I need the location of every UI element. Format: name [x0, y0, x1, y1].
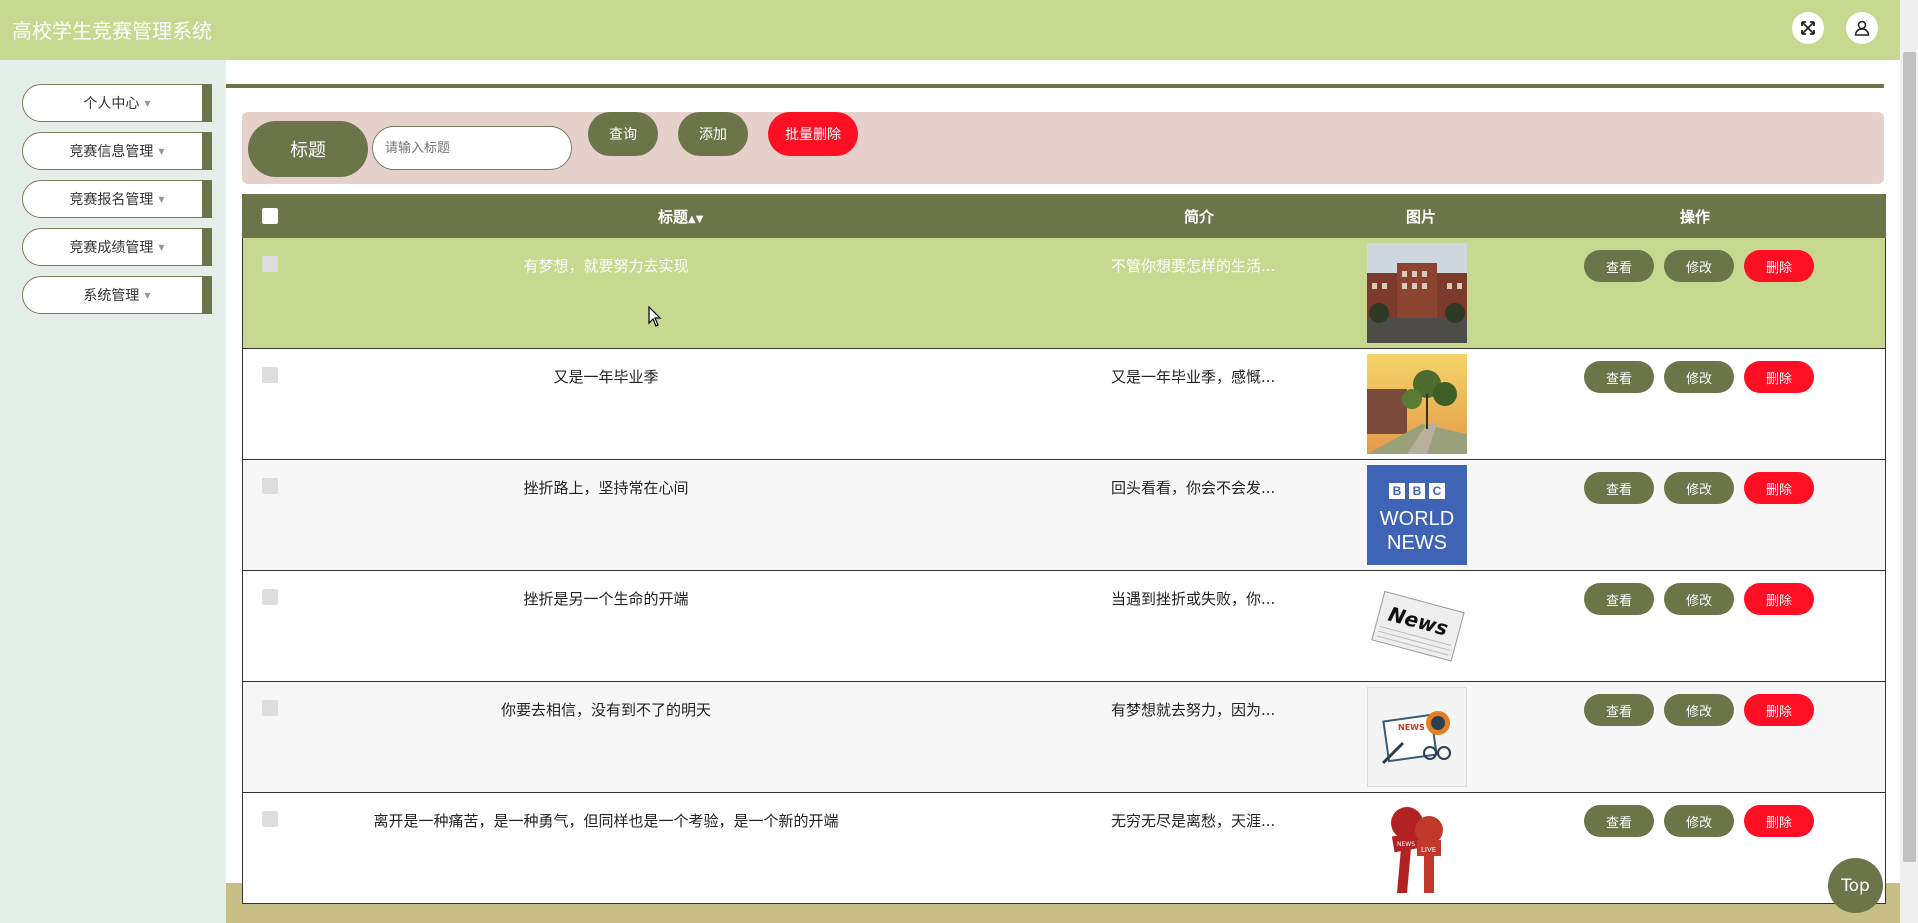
add-button[interactable]: 添加 [678, 112, 748, 156]
table-row[interactable]: 挫折路上，坚持常在心间 回头看看，你会不会发... BBC WORLD NEWS… [242, 460, 1886, 571]
caret-down-icon: ▼ [158, 242, 165, 252]
bbc-world-news-image: BBC WORLD NEWS [1367, 465, 1467, 565]
row-title: 离开是一种痛苦，是一种勇气，但同样也是一个考验，是一个新的开端 [373, 812, 839, 830]
row-title: 有梦想，就要努力去实现 [523, 257, 689, 275]
column-header-action: 操作 [1680, 208, 1711, 226]
column-header-intro: 简介 [1184, 208, 1215, 226]
svg-text:LIVE: LIVE [1421, 846, 1436, 854]
search-label: 标题 [248, 121, 368, 177]
edit-button[interactable]: 修改 [1664, 472, 1734, 504]
table-row[interactable]: 又是一年毕业季 又是一年毕业季，感慨... 查看 修改 删除 [242, 349, 1886, 460]
delete-button[interactable]: 删除 [1744, 361, 1814, 393]
edit-button[interactable]: 修改 [1664, 694, 1734, 726]
edit-button[interactable]: 修改 [1664, 583, 1734, 615]
row-intro: 有梦想就去努力，因为... [1111, 701, 1276, 719]
delete-button[interactable]: 删除 [1744, 583, 1814, 615]
sort-icon: ▲▼ [688, 214, 704, 225]
top-bar: 高校学生竞赛管理系统 [0, 0, 1900, 60]
svg-text:B: B [1413, 484, 1422, 498]
mouse-cursor-icon [648, 306, 662, 327]
news-illustration-image: NEWS [1367, 687, 1467, 787]
search-bar: 标题 查询 添加 批量删除 [242, 112, 1884, 184]
view-button[interactable]: 查看 [1584, 805, 1654, 837]
table-row[interactable]: 有梦想，就要努力去实现 不管你想要怎样的生活... 查看 修改 删除 [242, 238, 1886, 349]
view-button[interactable]: 查看 [1584, 583, 1654, 615]
row-title: 你要去相信，没有到不了的明天 [500, 701, 711, 719]
row-intro: 无穷无尽是离愁，天涯... [1111, 812, 1276, 830]
row-title: 挫折是另一个生命的开端 [523, 590, 689, 608]
caret-down-icon: ▼ [158, 146, 165, 156]
row-title: 挫折路上，坚持常在心间 [523, 479, 689, 497]
back-to-top-button[interactable]: Top [1828, 858, 1883, 913]
sidebar-item-system[interactable]: 系统管理 ▼ [22, 276, 212, 314]
view-button[interactable]: 查看 [1584, 361, 1654, 393]
column-header-title[interactable]: 标题▲▼ [658, 206, 703, 227]
svg-text:NEWS: NEWS [1387, 532, 1447, 554]
svg-text:NEWS: NEWS [1398, 723, 1425, 732]
sidebar-item-competition-signup[interactable]: 竞赛报名管理 ▼ [22, 180, 212, 218]
view-button[interactable]: 查看 [1584, 694, 1654, 726]
edit-button[interactable]: 修改 [1664, 361, 1734, 393]
caret-down-icon: ▼ [158, 194, 165, 204]
data-table: 标题▲▼ 简介 图片 操作 有梦想，就要努力去实现 不管你想要怎样的生活... … [242, 194, 1886, 904]
row-title: 又是一年毕业季 [553, 368, 659, 386]
sidebar-item-label: 竞赛成绩管理 [69, 240, 154, 256]
microphones-image: NEWS LIVE [1367, 798, 1467, 898]
edit-button[interactable]: 修改 [1664, 805, 1734, 837]
app-title: 高校学生竞赛管理系统 [12, 19, 212, 43]
table-row[interactable]: 离开是一种痛苦，是一种勇气，但同样也是一个考验，是一个新的开端 无穷无尽是离愁，… [242, 793, 1886, 904]
breadcrumb-divider [226, 84, 1884, 88]
vertical-scrollbar[interactable] [1900, 0, 1918, 923]
batch-delete-button[interactable]: 批量删除 [768, 112, 858, 156]
delete-button[interactable]: 删除 [1744, 805, 1814, 837]
delete-button[interactable]: 删除 [1744, 694, 1814, 726]
svg-text:B: B [1393, 484, 1402, 498]
select-all-checkbox[interactable] [262, 208, 278, 224]
view-button[interactable]: 查看 [1584, 250, 1654, 282]
query-button[interactable]: 查询 [588, 112, 658, 156]
sidebar-item-label: 系统管理 [83, 288, 140, 304]
newspaper-image: News [1367, 576, 1467, 676]
column-header-image: 图片 [1406, 208, 1437, 226]
sidebar-item-competition-score[interactable]: 竞赛成绩管理 ▼ [22, 228, 212, 266]
caret-down-icon: ▼ [144, 290, 151, 300]
sidebar-item-label: 竞赛报名管理 [69, 192, 154, 208]
sidebar-item-personal-center[interactable]: 个人中心 ▼ [22, 84, 212, 122]
svg-text:C: C [1433, 484, 1442, 498]
table-row[interactable]: 挫折是另一个生命的开端 当遇到挫折或失败，你... News 查看 修改 删除 [242, 571, 1886, 682]
row-intro: 又是一年毕业季，感慨... [1111, 368, 1276, 386]
expand-icon[interactable] [1792, 12, 1824, 44]
delete-button[interactable]: 删除 [1744, 472, 1814, 504]
svg-text:NEWS: NEWS [1397, 841, 1415, 848]
view-button[interactable]: 查看 [1584, 472, 1654, 504]
sidebar-item-label: 个人中心 [83, 96, 140, 112]
sidebar: 个人中心 ▼ 竞赛信息管理 ▼ 竞赛报名管理 ▼ 竞赛成绩管理 ▼ 系统管理 ▼ [0, 60, 226, 923]
row-intro: 回头看看，你会不会发... [1111, 479, 1276, 497]
caret-down-icon: ▼ [144, 98, 151, 108]
main-panel: 标题 查询 添加 批量删除 标题▲▼ 简介 图片 操作 有梦想，就要努力去实现 … [226, 60, 1900, 923]
sidebar-item-label: 竞赛信息管理 [69, 144, 154, 160]
table-header: 标题▲▼ 简介 图片 操作 [242, 194, 1886, 238]
campus-sunset-image [1367, 354, 1467, 454]
delete-button[interactable]: 删除 [1744, 250, 1814, 282]
sidebar-item-competition-info[interactable]: 竞赛信息管理 ▼ [22, 132, 212, 170]
search-input[interactable] [372, 126, 572, 170]
svg-text:WORLD: WORLD [1380, 508, 1454, 530]
table-row[interactable]: 你要去相信，没有到不了的明天 有梦想就去努力，因为... NEWS 查看 修改 … [242, 682, 1886, 793]
user-icon[interactable] [1846, 12, 1878, 44]
campus-building-image [1367, 243, 1467, 343]
row-intro: 不管你想要怎样的生活... [1111, 257, 1276, 275]
row-intro: 当遇到挫折或失败，你... [1111, 590, 1276, 608]
edit-button[interactable]: 修改 [1664, 250, 1734, 282]
scrollbar-thumb[interactable] [1903, 52, 1916, 862]
